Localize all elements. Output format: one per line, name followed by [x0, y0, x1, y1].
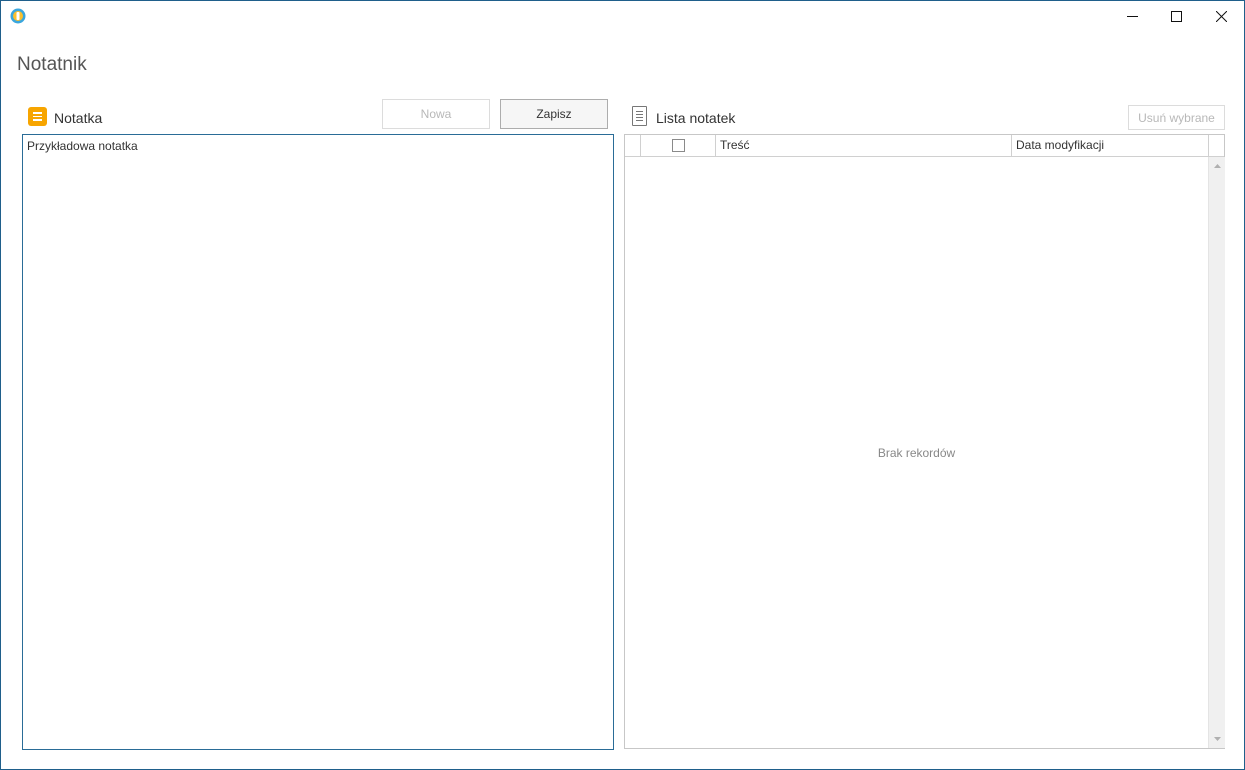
page-title: Notatnik [17, 54, 87, 75]
empty-grid-message: Brak rekordów [877, 446, 956, 460]
minimize-button[interactable] [1109, 1, 1155, 31]
save-note-button[interactable]: Zapisz [500, 99, 608, 129]
column-header-modified-date[interactable]: Data modyfikacji [1012, 135, 1209, 156]
maximize-icon [1170, 10, 1182, 22]
close-button[interactable] [1198, 1, 1244, 31]
note-section-label: Notatka [54, 110, 103, 126]
vertical-scrollbar[interactable] [1208, 157, 1225, 748]
app-window: Notatnik Notatka Nowa Zapisz Lista notat… [0, 0, 1245, 770]
close-icon [1215, 10, 1227, 22]
new-note-button[interactable]: Nowa [382, 99, 490, 129]
delete-selected-button[interactable]: Usuń wybrane [1128, 105, 1225, 130]
scroll-up-button[interactable] [1209, 158, 1225, 174]
note-editor[interactable] [22, 134, 614, 750]
column-header-content[interactable]: Treść [716, 135, 1012, 156]
title-bar[interactable] [1, 1, 1244, 31]
notes-grid[interactable]: Treść Data modyfikacji Brak rekordów [624, 134, 1225, 749]
grid-header-corner [1209, 135, 1225, 156]
grid-header: Treść Data modyfikacji [625, 135, 1224, 157]
app-logo-icon [10, 8, 26, 24]
note-icon [28, 107, 47, 126]
maximize-button[interactable] [1153, 1, 1199, 31]
minimize-icon [1126, 15, 1138, 17]
row-selector-header [625, 135, 641, 156]
scroll-down-arrow-icon [1213, 737, 1221, 741]
scroll-down-button[interactable] [1209, 731, 1225, 747]
select-all-header [641, 135, 716, 156]
document-list-icon [632, 106, 647, 126]
list-section-label: Lista notatek [656, 110, 736, 126]
select-all-checkbox[interactable] [672, 139, 685, 152]
scroll-up-arrow-icon [1213, 164, 1221, 168]
